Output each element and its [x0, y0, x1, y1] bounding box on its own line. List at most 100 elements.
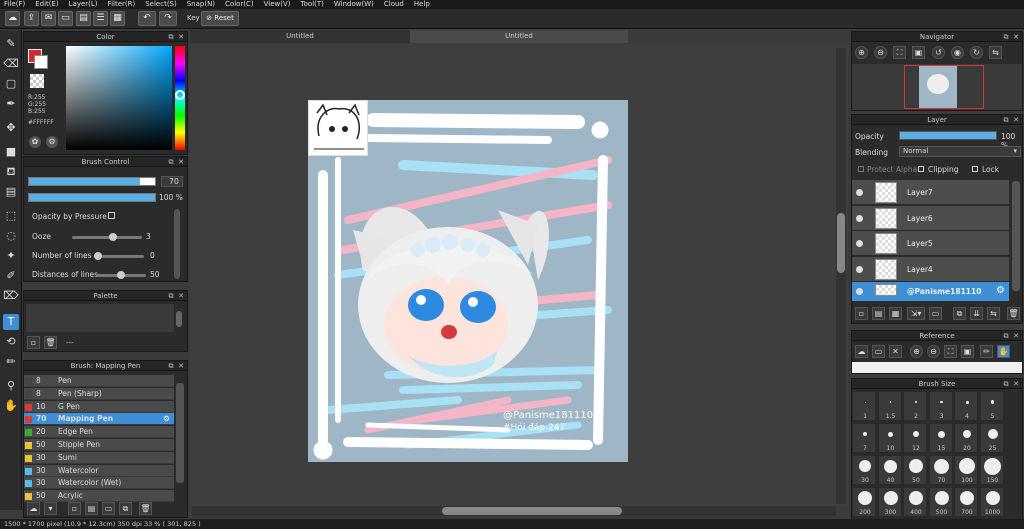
- saturation-value-picker[interactable]: [66, 46, 172, 150]
- menu-item[interactable]: View(V): [264, 0, 291, 9]
- visibility-icon[interactable]: [856, 288, 863, 295]
- bucket-tool-icon[interactable]: ⛾: [3, 164, 19, 180]
- select-rect-tool-icon[interactable]: ▢: [3, 76, 19, 92]
- distances-knob[interactable]: [117, 271, 125, 279]
- close-icon[interactable]: ✕: [177, 158, 185, 166]
- lock-checkbox[interactable]: [972, 166, 978, 172]
- visibility-icon[interactable]: [856, 265, 863, 273]
- horizontal-scroll-thumb[interactable]: [442, 507, 622, 515]
- cloud-upload-icon[interactable]: ☁: [855, 345, 868, 358]
- brush-size-cell[interactable]: 1000: [979, 487, 1004, 517]
- brush-item[interactable]: 50 Acrylic: [24, 490, 174, 503]
- navigator-preview[interactable]: [852, 64, 1022, 110]
- brush-control-scrollbar[interactable]: [174, 209, 180, 279]
- undo-icon[interactable]: ↶: [138, 11, 156, 26]
- actual-size-icon[interactable]: ▣: [961, 345, 974, 358]
- color-settings-icon[interactable]: ⚙: [46, 136, 58, 148]
- fit-icon[interactable]: ⛶: [893, 46, 906, 59]
- brush-size-cell[interactable]: 10: [877, 423, 902, 453]
- layer-row[interactable]: Layer7: [852, 180, 1009, 205]
- brush-item[interactable]: 10 G Pen: [24, 400, 174, 413]
- dropper-tool-icon[interactable]: ⚲: [3, 378, 19, 394]
- brush-list-scrollbar[interactable]: [176, 383, 184, 483]
- layer-list-scrollbar[interactable]: [1012, 181, 1020, 291]
- brush-size-cell[interactable]: 5: [979, 391, 1004, 421]
- list-icon[interactable]: ☰: [93, 11, 108, 26]
- share-icon[interactable]: ⇪: [24, 11, 39, 26]
- new-layer-file-icon[interactable]: ▤: [872, 307, 885, 320]
- brush-item[interactable]: 8 Pen (Sharp): [24, 387, 174, 400]
- brush-size-value[interactable]: 70: [161, 176, 183, 187]
- menu-item[interactable]: Layer(L): [69, 0, 98, 9]
- tab-untitled-1[interactable]: Untitled: [190, 30, 410, 43]
- close-icon[interactable]: ✕: [177, 362, 185, 370]
- document-icon[interactable]: ▦: [110, 11, 125, 26]
- flip-icon[interactable]: ⇆: [989, 46, 1002, 59]
- brush-item[interactable]: 20 Edge Pen: [24, 426, 174, 439]
- vertical-scrollbar[interactable]: [836, 48, 846, 504]
- palette-scrollbar[interactable]: [176, 311, 182, 327]
- hand-tool-icon[interactable]: ✋: [3, 398, 19, 414]
- vertical-scroll-thumb[interactable]: [837, 213, 845, 273]
- layer-duplicate-icon[interactable]: ⧉: [953, 307, 966, 320]
- layer-settings-icon[interactable]: ⚙: [996, 285, 1005, 296]
- layer-transfer-icon[interactable]: ⇆: [987, 307, 1000, 320]
- brush-item[interactable]: 50 Stipple Pen: [24, 439, 174, 451]
- rotate-right-icon[interactable]: ↻: [970, 46, 983, 59]
- visibility-icon[interactable]: [856, 240, 863, 247]
- menu-item[interactable]: File(F): [4, 0, 25, 9]
- brush-size-cell[interactable]: 200: [852, 487, 876, 517]
- brush-size-cell[interactable]: 300: [877, 487, 902, 517]
- cloud-brush-icon[interactable]: ☁: [27, 502, 40, 515]
- brush-size-cell[interactable]: 20: [954, 423, 978, 453]
- menu-item[interactable]: Window(W): [334, 0, 374, 9]
- open-folder-icon[interactable]: ▭: [872, 345, 885, 358]
- undock-icon[interactable]: ⧉: [167, 158, 175, 166]
- brush-item[interactable]: 30 Sumi: [24, 451, 174, 464]
- visibility-icon[interactable]: [856, 189, 863, 196]
- move-tool-icon[interactable]: ✥: [3, 120, 19, 136]
- brush-size-cell[interactable]: 1.5: [877, 391, 902, 421]
- ooze-slider[interactable]: [72, 233, 142, 241]
- brush-size-cell[interactable]: 70: [928, 455, 953, 485]
- brush-item[interactable]: 70 Mapping Pen ⚙: [24, 413, 174, 426]
- horizontal-scrollbar[interactable]: [192, 506, 836, 516]
- new-layer-icon[interactable]: ▫: [855, 307, 868, 320]
- brush-size-cell[interactable]: 15: [928, 423, 953, 453]
- magic-pen-tool-icon[interactable]: ✒: [3, 96, 19, 112]
- brush-settings-icon[interactable]: ⚙: [163, 413, 170, 425]
- eyedropper-tool-icon[interactable]: ✏: [3, 354, 19, 370]
- layer-row[interactable]: Layer5: [852, 231, 1009, 256]
- menu-item[interactable]: Edit(E): [35, 0, 58, 9]
- brush-item[interactable]: 30 Watercolor (Wet): [24, 477, 174, 490]
- eyedropper-icon[interactable]: ✏: [980, 345, 993, 358]
- color-wheel-icon[interactable]: ✿: [29, 136, 41, 148]
- brush-size-cell[interactable]: 150: [979, 455, 1004, 485]
- new-palette-icon[interactable]: ▫: [27, 336, 40, 349]
- menu-item[interactable]: Cloud: [384, 0, 404, 9]
- hand-icon[interactable]: ✋: [997, 345, 1010, 358]
- brush-size-cell[interactable]: 50: [903, 455, 927, 485]
- undock-icon[interactable]: ⧉: [1002, 380, 1010, 388]
- blending-select[interactable]: Normal ▾: [899, 146, 1021, 157]
- secondary-color-swatch[interactable]: [34, 55, 48, 69]
- eraser-tool-icon[interactable]: ⌫: [3, 56, 19, 72]
- brush-tool-icon[interactable]: ✎: [3, 36, 19, 52]
- lasso-tool-icon[interactable]: ◌: [3, 228, 19, 244]
- close-icon[interactable]: ✕: [177, 33, 185, 41]
- menu-item[interactable]: Filter(R): [108, 0, 136, 9]
- brush-copy-icon[interactable]: ⧉: [119, 502, 132, 515]
- ooze-knob[interactable]: [109, 233, 118, 241]
- select-eraser-tool-icon[interactable]: ⌦: [3, 288, 19, 304]
- brush-size-cell[interactable]: 1: [852, 391, 876, 421]
- layer-folder-icon[interactable]: ▭: [929, 307, 942, 320]
- brush-item[interactable]: 30 Watercolor: [24, 464, 174, 477]
- brush-size-cell[interactable]: 700: [954, 487, 978, 517]
- layer-trash-icon[interactable]: 🗑: [1007, 307, 1020, 320]
- reference-view[interactable]: [852, 362, 1022, 373]
- brush-size-cell[interactable]: 30: [852, 455, 876, 485]
- message-icon[interactable]: ▭: [58, 11, 73, 26]
- new-layer-alt-icon[interactable]: ▦: [889, 307, 902, 320]
- distances-slider[interactable]: [96, 271, 146, 279]
- gradient-tool-icon[interactable]: ▤: [3, 184, 19, 200]
